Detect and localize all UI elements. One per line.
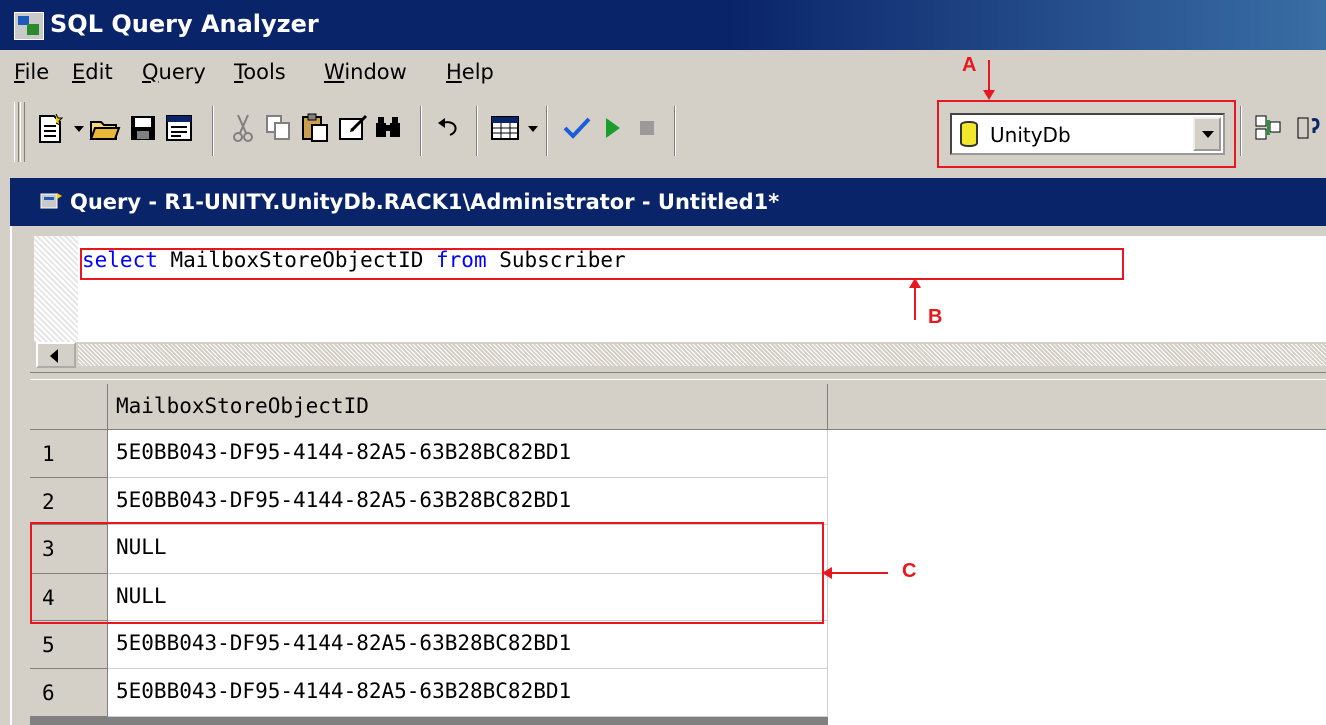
grid-corner[interactable] bbox=[30, 384, 108, 430]
object-browser-icon[interactable] bbox=[1252, 110, 1286, 146]
stop-icon[interactable] bbox=[630, 110, 664, 146]
annotation-arrow-b bbox=[909, 278, 921, 320]
column-header[interactable]: MailboxStoreObjectID bbox=[108, 384, 828, 430]
annotation-box-c bbox=[30, 522, 824, 624]
table-cell[interactable]: 5E0BB043-DF95-4144-82A5-63B28BC82BD1 bbox=[108, 430, 828, 478]
help-icon[interactable] bbox=[1296, 110, 1326, 146]
new-query-icon[interactable] bbox=[34, 110, 68, 146]
open-icon[interactable] bbox=[88, 110, 122, 146]
save-icon[interactable] bbox=[126, 110, 160, 146]
load-script-icon[interactable] bbox=[162, 110, 196, 146]
menu-tools[interactable]: Tools bbox=[234, 60, 286, 84]
execute-icon[interactable] bbox=[596, 110, 630, 146]
editor-horizontal-scrollbar[interactable] bbox=[34, 342, 1326, 368]
table-cell[interactable]: 5E0BB043-DF95-4144-82A5-63B28BC82BD1 bbox=[108, 669, 828, 717]
query-window-icon bbox=[40, 193, 62, 209]
query-window-titlebar: Query - R1-UNITY.UnityDb.RACK1\Administr… bbox=[10, 178, 1326, 226]
find-icon[interactable] bbox=[372, 110, 406, 146]
toolbar-grip[interactable] bbox=[14, 102, 19, 162]
menu-edit[interactable]: Edit bbox=[72, 60, 113, 84]
annotation-label-a: A bbox=[962, 54, 977, 76]
scrollbar-track[interactable] bbox=[78, 344, 1326, 366]
row-number[interactable]: 2 bbox=[30, 478, 108, 525]
pane-splitter[interactable] bbox=[30, 372, 1326, 380]
annotation-box-b bbox=[80, 248, 1124, 280]
row-number[interactable]: 5 bbox=[30, 621, 108, 669]
parse-icon[interactable] bbox=[560, 110, 594, 146]
results-grid-icon[interactable] bbox=[488, 110, 522, 146]
clear-window-icon[interactable] bbox=[336, 110, 370, 146]
annotation-box-a bbox=[937, 100, 1236, 168]
table-cell[interactable]: 5E0BB043-DF95-4144-82A5-63B28BC82BD1 bbox=[108, 621, 828, 669]
scroll-left-icon[interactable] bbox=[36, 342, 76, 368]
row-number[interactable]: 1 bbox=[30, 430, 108, 478]
table-cell[interactable]: 5E0BB043-DF95-4144-82A5-63B28BC82BD1 bbox=[108, 478, 828, 525]
undo-icon[interactable] bbox=[432, 110, 466, 146]
chevron-down-icon[interactable] bbox=[528, 126, 538, 132]
row-number[interactable]: 6 bbox=[30, 669, 108, 717]
annotation-label-b: B bbox=[928, 306, 943, 328]
chevron-down-icon[interactable] bbox=[74, 126, 84, 132]
menu-query[interactable]: Query bbox=[142, 60, 206, 84]
copy-icon[interactable] bbox=[262, 110, 296, 146]
cut-icon[interactable] bbox=[226, 110, 260, 146]
menu-help[interactable]: Help bbox=[446, 60, 494, 84]
annotation-label-c: C bbox=[902, 560, 917, 582]
annotation-arrow-c bbox=[822, 567, 888, 579]
menu-bar: File Edit Query Tools Window Help bbox=[0, 50, 1326, 94]
menu-window[interactable]: Window bbox=[324, 60, 407, 84]
menu-file[interactable]: File bbox=[14, 60, 49, 84]
annotation-arrow-a bbox=[983, 60, 995, 100]
query-window-title: Query - R1-UNITY.UnityDb.RACK1\Administr… bbox=[70, 190, 780, 214]
paste-icon[interactable] bbox=[298, 110, 332, 146]
title-bar: SQL Query Analyzer bbox=[0, 0, 1326, 50]
app-icon bbox=[14, 12, 44, 40]
editor-gutter bbox=[34, 236, 78, 342]
app-title: SQL Query Analyzer bbox=[50, 10, 319, 38]
